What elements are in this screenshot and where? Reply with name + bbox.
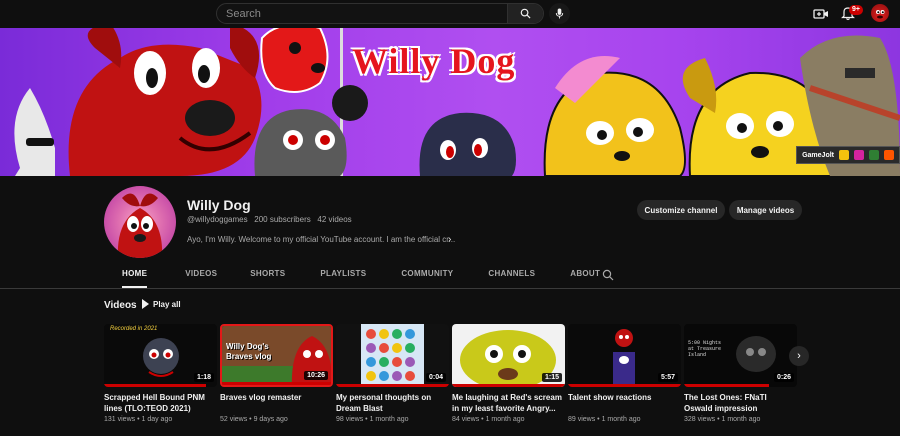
video-duration: 0:04	[425, 373, 446, 382]
video-meta: 328 views • 1 month ago	[684, 416, 761, 423]
video-camera-plus-icon	[813, 9, 828, 19]
channel-search-button[interactable]	[602, 268, 614, 281]
search-button[interactable]	[507, 4, 543, 23]
search-icon	[602, 269, 614, 281]
video-thumbnail[interactable]: Willy Dog's Braves vlog 10:26	[220, 324, 333, 387]
play-all-button[interactable]: Play all	[142, 299, 181, 309]
video-title[interactable]: Braves vlog remaster	[220, 392, 333, 414]
play-all-label: Play all	[153, 299, 181, 309]
tab-community[interactable]: COMMUNITY	[401, 264, 453, 288]
watch-progress	[222, 382, 331, 385]
video-meta: 98 views • 1 month ago	[336, 416, 409, 423]
banner-title: Willy Dog	[352, 41, 516, 81]
subscriber-count: 200 subscribers	[254, 215, 311, 224]
tab-videos[interactable]: VIDEOS	[185, 264, 217, 288]
channel-banner: Willy Dog GameJolt	[0, 28, 900, 176]
video-duration: 1:18	[193, 373, 214, 382]
video-card[interactable]: 5:57 Talent show reactions 89 views • 1 …	[568, 324, 681, 423]
video-title[interactable]: Scrapped Hell Bound PNM lines (TLO:TEOD …	[104, 392, 217, 414]
video-card[interactable]: Willy Dog's Braves vlog 10:26 Braves vlo…	[220, 324, 333, 423]
video-card[interactable]: 1:15 Me laughing at Red's scream in my l…	[452, 324, 565, 423]
video-title[interactable]: My personal thoughts on Dream Blast	[336, 392, 449, 414]
video-meta: 84 views • 1 month ago	[452, 416, 525, 423]
channel-handle: @willydoggames	[187, 215, 248, 224]
gamejolt-icon[interactable]	[869, 150, 879, 160]
instagram-icon[interactable]	[854, 150, 864, 160]
watch-progress	[104, 384, 206, 387]
channel-avatar[interactable]	[104, 186, 176, 258]
tabs-divider	[0, 288, 900, 289]
tab-about[interactable]: ABOUT	[570, 264, 600, 288]
video-thumbnail[interactable]: 5:57	[568, 324, 681, 387]
video-meta: 131 views • 1 day ago	[104, 416, 173, 423]
video-duration: 5:57	[657, 373, 678, 382]
video-duration: 10:26	[304, 371, 328, 380]
tab-home[interactable]: HOME	[122, 264, 148, 288]
video-thumbnail[interactable]: Recorded in 2021 1:18	[104, 324, 217, 387]
watch-progress	[336, 384, 449, 387]
manage-videos-button[interactable]: Manage videos	[729, 200, 802, 220]
thumbnail-caption: 5:00 Nights at Treasure Island	[688, 340, 722, 358]
channel-meta: @willydoggames 200 subscribers 42 videos	[187, 215, 352, 224]
chevron-right-icon[interactable]: ›	[448, 234, 451, 245]
thumbnail-caption: Recorded in 2021	[110, 326, 158, 332]
video-card[interactable]: 0:04 My personal thoughts on Dream Blast…	[336, 324, 449, 423]
social-link-icon[interactable]	[839, 150, 849, 160]
create-button[interactable]	[813, 6, 829, 22]
video-thumbnail[interactable]: 0:04	[336, 324, 449, 387]
watch-progress	[568, 384, 681, 387]
video-duration: 0:26	[773, 373, 794, 382]
tab-shorts[interactable]: SHORTS	[250, 264, 285, 288]
voice-search-button[interactable]	[549, 3, 570, 24]
video-title[interactable]: The Lost Ones: FNaTI Oswald impression	[684, 392, 797, 414]
video-card[interactable]: Recorded in 2021 1:18 Scrapped Hell Boun…	[104, 324, 217, 423]
search-input[interactable]	[217, 4, 507, 23]
channel-tabs: HOME VIDEOS SHORTS PLAYLISTS COMMUNITY C…	[104, 264, 600, 288]
search-icon	[520, 8, 531, 19]
social-links: GameJolt	[796, 146, 900, 164]
soundcloud-icon[interactable]	[884, 150, 894, 160]
video-thumbnail[interactable]: 5:00 Nights at Treasure Island 0:26	[684, 324, 797, 387]
section-title: Videos	[104, 300, 137, 311]
gamejolt-link[interactable]: GameJolt	[802, 152, 834, 159]
video-count: 42 videos	[317, 215, 352, 224]
video-card[interactable]: 5:00 Nights at Treasure Island 0:26 The …	[684, 324, 797, 423]
play-icon	[142, 299, 149, 309]
search-box	[216, 3, 544, 24]
channel-name: Willy Dog	[187, 197, 251, 213]
top-bar: 9+	[0, 0, 900, 28]
thumbnail-caption: Willy Dog's Braves vlog	[226, 342, 272, 361]
channel-description[interactable]: Ayo, I'm Willy. Welcome to my official Y…	[187, 235, 455, 244]
customize-channel-button[interactable]: Customize channel	[637, 200, 725, 220]
video-meta: 89 views • 1 month ago	[568, 416, 641, 423]
video-title[interactable]: Me laughing at Red's scream in my least …	[452, 392, 565, 414]
watch-progress	[684, 384, 769, 387]
video-meta: 52 views • 9 days ago	[220, 416, 288, 423]
video-thumbnail[interactable]: 1:15	[452, 324, 565, 387]
video-duration: 1:15	[541, 373, 562, 382]
next-videos-button[interactable]: ›	[789, 346, 809, 366]
account-avatar[interactable]	[871, 4, 889, 22]
tab-channels[interactable]: CHANNELS	[488, 264, 535, 288]
notification-badge: 9+	[849, 5, 863, 15]
watch-progress	[452, 384, 565, 387]
video-title[interactable]: Talent show reactions	[568, 392, 681, 414]
tab-playlists[interactable]: PLAYLISTS	[320, 264, 366, 288]
chevron-right-icon: ›	[797, 350, 801, 362]
microphone-icon	[555, 8, 564, 19]
